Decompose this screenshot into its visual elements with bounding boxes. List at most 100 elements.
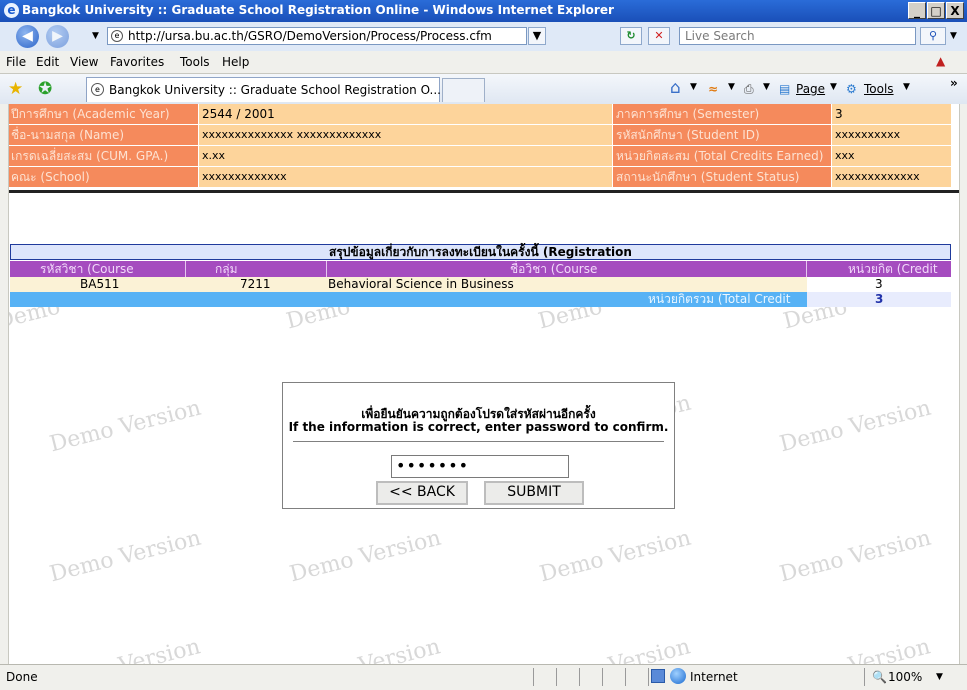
watermark: Demo Version — [777, 395, 934, 458]
menu-bar: File Edit View Favorites Tools Help ▲ — [0, 51, 967, 74]
col-section: กลุ่ม — [215, 262, 238, 276]
watermark: Version — [606, 634, 693, 664]
toolbar-overflow-icon[interactable]: » — [950, 76, 958, 90]
page-dropdown-icon[interactable]: ▼ — [830, 82, 837, 92]
feeds-dropdown-icon[interactable]: ▼ — [728, 82, 735, 92]
status-divider — [625, 668, 626, 686]
status-divider — [864, 668, 865, 686]
menu-file[interactable]: File — [6, 55, 26, 69]
window-title-bar[interactable]: e Bangkok University :: Graduate School … — [0, 0, 967, 22]
total-credit-label: หน่วยกิตรวม (Total Credit — [648, 292, 791, 306]
maximize-button[interactable]: □ — [927, 2, 945, 19]
credits-earned-value: xxx — [832, 146, 951, 166]
col-course: รหัสวิชา (Course — [40, 262, 134, 276]
registration-title: สรุปข้อมูลเกี่ยวกับการลงทะเบียนในครั้งนี… — [10, 244, 951, 260]
tools-menu-button[interactable]: Tools — [864, 82, 894, 96]
zoom-level[interactable]: 100% — [888, 670, 922, 684]
col-course-name: ชื่อวิชา (Course — [510, 262, 598, 276]
search-icon[interactable]: ⚲ — [920, 27, 946, 45]
row-section: 7211 — [240, 277, 271, 291]
home-dropdown-icon[interactable]: ▼ — [690, 82, 697, 92]
submit-button[interactable]: SUBMIT — [484, 481, 584, 505]
row-course-code: BA511 — [80, 277, 120, 291]
menu-view[interactable]: View — [70, 55, 98, 69]
tab-globe-icon: e — [91, 83, 104, 96]
tab-graduate-registration[interactable]: e Bangkok University :: Graduate School … — [86, 77, 441, 102]
window-frame-right — [959, 104, 967, 664]
print-icon[interactable]: ⎙ — [744, 82, 754, 97]
history-dropdown-icon[interactable]: ▼ — [92, 31, 99, 41]
watermark: Version — [116, 634, 203, 664]
stop-icon[interactable]: ✕ — [648, 27, 670, 45]
menu-favorites[interactable]: Favorites — [110, 55, 164, 69]
print-dropdown-icon[interactable]: ▼ — [763, 82, 770, 92]
password-input[interactable]: ••••••• — [391, 455, 569, 478]
total-credit-value: 3 — [875, 292, 884, 306]
zoom-icon[interactable]: 🔍 — [872, 670, 887, 684]
tools-gear-icon[interactable]: ⚙ — [846, 82, 857, 96]
semester-label: ภาคการศึกษา (Semester) — [613, 104, 831, 124]
status-divider — [556, 668, 557, 686]
page-icon[interactable]: ▤ — [779, 82, 790, 96]
semester-value: 3 — [832, 104, 951, 124]
favorites-star-icon[interactable]: ★ — [8, 79, 23, 99]
minimize-button[interactable]: _ — [908, 2, 926, 19]
col-credit: หน่วยกิต (Credit — [848, 262, 938, 276]
watermark: Demo Version — [287, 525, 444, 588]
add-favorites-icon[interactable]: ✪ — [38, 79, 52, 99]
name-label: ชื่อ-นามสกุล (Name) — [8, 125, 198, 145]
window-frame-left — [0, 104, 9, 664]
divider — [8, 190, 959, 193]
refresh-icon[interactable]: ↻ — [620, 27, 642, 45]
confirm-english-text: If the information is correct, enter pas… — [288, 420, 669, 434]
protected-mode-icon[interactable] — [651, 669, 665, 683]
watermark: Demo Version — [537, 525, 694, 588]
page-menu-button[interactable]: Page — [796, 82, 825, 96]
gpa-value: x.xx — [199, 146, 612, 166]
row-course-name: Behavioral Science in Business — [328, 277, 514, 291]
address-dropdown-icon[interactable]: ▼ — [528, 27, 546, 45]
status-bar: Done Internet 🔍 100% ▼ — [0, 664, 967, 690]
back-arrow-icon[interactable]: ◀ — [16, 25, 39, 48]
watermark: Demo Version — [47, 395, 204, 458]
address-input[interactable]: e http://ursa.bu.ac.th/GSRO/DemoVersion/… — [107, 27, 527, 45]
student-id-label: รหัสนักศึกษา (Student ID) — [613, 125, 831, 145]
feeds-icon[interactable]: ≈ — [708, 82, 718, 96]
watermark: Version — [356, 634, 443, 664]
tools-dropdown-icon[interactable]: ▼ — [903, 82, 910, 92]
address-url: http://ursa.bu.ac.th/GSRO/DemoVersion/Pr… — [128, 29, 492, 43]
academic-year-label: ปีการศึกษา (Academic Year) — [8, 104, 198, 124]
student-id-value: xxxxxxxxxx — [832, 125, 951, 145]
watermark: Demo Version — [47, 525, 204, 588]
page-globe-icon: e — [111, 30, 123, 42]
col-divider — [806, 261, 807, 277]
forward-arrow-icon[interactable]: ▶ — [46, 25, 69, 48]
translate-addon-icon[interactable]: ▲ — [936, 54, 945, 68]
home-icon[interactable]: ⌂ — [670, 78, 681, 98]
confirm-divider — [293, 441, 664, 442]
row-credit: 3 — [875, 277, 883, 291]
menu-help[interactable]: Help — [222, 55, 249, 69]
menu-edit[interactable]: Edit — [36, 55, 59, 69]
course-table-header: รหัสวิชา (Course กลุ่ม ชื่อวิชา (Course … — [10, 261, 951, 277]
internet-zone-icon — [670, 668, 686, 684]
zoom-dropdown-icon[interactable]: ▼ — [936, 672, 943, 682]
search-input[interactable]: Live Search — [679, 27, 916, 45]
back-button[interactable]: << BACK — [376, 481, 468, 505]
search-options-icon[interactable]: ▼ — [950, 31, 957, 41]
ie-logo-icon: e — [4, 3, 19, 18]
tab-label: Bangkok University :: Graduate School Re… — [109, 83, 441, 97]
info-row-name: ชื่อ-นามสกุล (Name) xxxxxxxxxxxxxx xxxxx… — [8, 125, 959, 145]
total-row: หน่วยกิตรวม (Total Credit 3 — [10, 292, 951, 307]
menu-tools[interactable]: Tools — [180, 55, 210, 69]
col-divider — [185, 261, 186, 277]
credits-earned-label: หน่วยกิตสะสม (Total Credits Earned) — [613, 146, 831, 166]
new-tab-button[interactable] — [442, 78, 485, 102]
watermark: Version — [846, 634, 933, 664]
tab-bar: ★ ✪ e Bangkok University :: Graduate Sch… — [0, 74, 967, 105]
academic-year-value: 2544 / 2001 — [199, 104, 612, 124]
status-divider — [648, 668, 649, 686]
close-window-button[interactable]: X — [946, 2, 964, 19]
info-row-gpa: เกรดเฉลี่ยสะสม (CUM. GPA.) x.xx หน่วยกิต… — [8, 146, 959, 166]
info-row-school: คณะ (School) xxxxxxxxxxxxx สถานะนักศึกษา… — [8, 167, 959, 187]
